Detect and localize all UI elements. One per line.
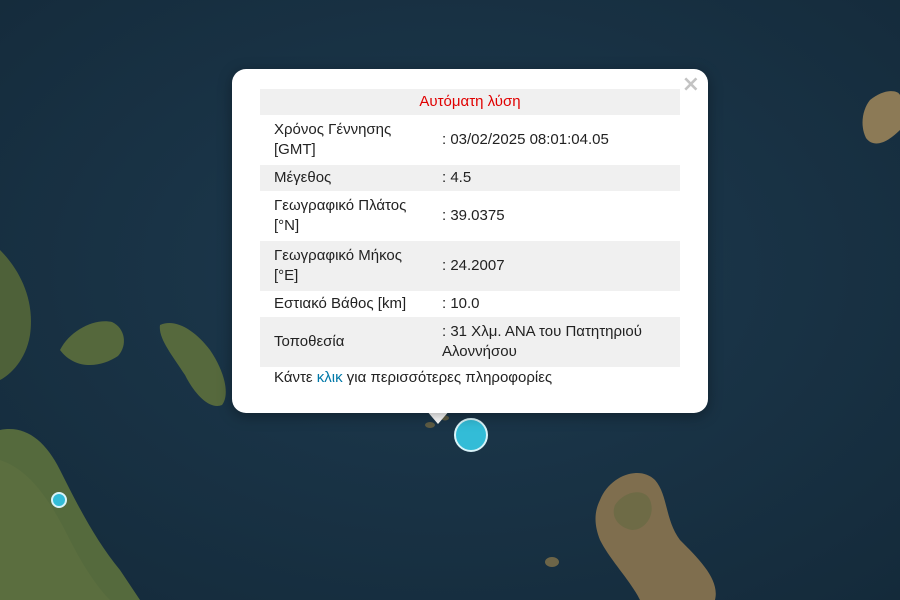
table-row: Γεωγραφικό Πλάτος [°N] : 39.0375 <box>260 191 680 241</box>
earthquake-info-popup: × Αυτόματη λύση Χρόνος Γέννησης [GMT] : … <box>232 69 708 413</box>
row-value-location: : 31 Χλμ. ΑΝΑ του Πατητηριού Αλοννήσου <box>438 317 680 367</box>
table-row: Μέγεθος : 4.5 <box>260 165 680 191</box>
islet <box>545 557 559 567</box>
row-label-location: Τοποθεσία <box>260 317 438 367</box>
more-info-suffix: για περισσότερες πληροφορίες <box>342 369 553 386</box>
row-value-origin-time: : 03/02/2025 08:01:04.05 <box>442 131 609 148</box>
map-view[interactable]: × Αυτόματη λύση Χρόνος Γέννησης [GMT] : … <box>0 0 900 600</box>
close-icon[interactable]: × <box>682 73 700 97</box>
row-label-origin-time: Χρόνος Γέννησης [GMT] <box>274 121 392 158</box>
earthquake-marker-main[interactable] <box>454 418 488 452</box>
row-label-latitude: Γεωγραφικό Πλάτος [°N] <box>274 197 407 234</box>
earthquake-marker-secondary[interactable] <box>51 492 67 508</box>
row-value-depth: : 10.0 <box>442 295 480 312</box>
more-info-line: Κάντε κλικ για περισσότερες πληροφορίες <box>274 369 552 386</box>
row-value-longitude: : 24.2007 <box>438 241 680 291</box>
row-value-magnitude: : 4.5 <box>438 165 680 191</box>
info-table: Αυτόματη λύση Χρόνος Γέννησης [GMT] : 03… <box>260 89 680 367</box>
popup-title: Αυτόματη λύση <box>260 89 680 115</box>
table-row: Εστιακό Βάθος [km] : 10.0 <box>260 291 680 317</box>
row-value-latitude: : 39.0375 <box>442 207 505 224</box>
row-label-longitude: Γεωγραφικό Μήκος [°E] <box>260 241 438 291</box>
row-label-magnitude: Μέγεθος <box>260 165 438 191</box>
more-info-prefix: Κάντε <box>274 369 317 386</box>
more-info-link[interactable]: κλικ <box>317 369 343 386</box>
table-row: Χρόνος Γέννησης [GMT] : 03/02/2025 08:01… <box>260 115 680 165</box>
table-row: Τοποθεσία : 31 Χλμ. ΑΝΑ του Πατητηριού Α… <box>260 317 680 367</box>
info-title-row: Αυτόματη λύση <box>260 89 680 115</box>
row-label-depth: Εστιακό Βάθος [km] <box>274 295 407 312</box>
table-row: Γεωγραφικό Μήκος [°E] : 24.2007 <box>260 241 680 291</box>
